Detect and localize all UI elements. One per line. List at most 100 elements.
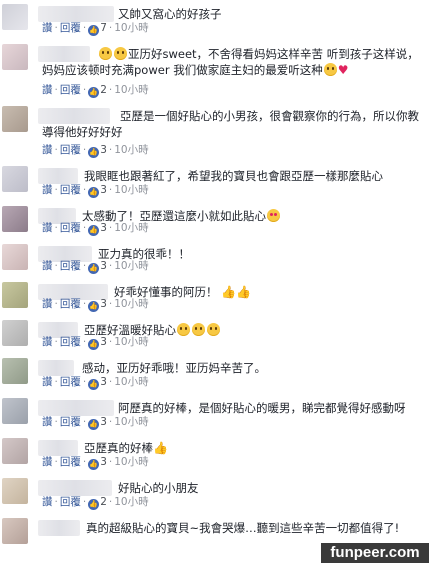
- comment-item: 又帥又窩心的好孩子 讚 · 回覆 · 👍 7 · 10小時: [0, 0, 435, 40]
- like-count[interactable]: 3: [100, 260, 107, 272]
- avatar[interactable]: [2, 4, 28, 30]
- comment-item: 真的超級貼心的寶貝~我會哭爆…聽到這些辛苦一切都值得了!: [0, 514, 435, 546]
- like-link[interactable]: 讚: [42, 84, 53, 96]
- like-count[interactable]: 3: [100, 184, 107, 196]
- like-count[interactable]: 3: [100, 456, 107, 468]
- commenter-name-blurred[interactable]: [38, 400, 114, 416]
- commenter-name-blurred[interactable]: [38, 360, 74, 376]
- reply-link[interactable]: 回覆: [60, 416, 81, 428]
- commenter-name-blurred[interactable]: [38, 520, 80, 536]
- comment-list: 又帥又窩心的好孩子 讚 · 回覆 · 👍 7 · 10小時 亚历好sweet，不舍得看妈妈这样…: [0, 0, 435, 546]
- like-link[interactable]: 讚: [42, 336, 53, 348]
- like-icon: 👍: [88, 263, 100, 274]
- avatar[interactable]: [2, 166, 28, 192]
- like-link[interactable]: 讚: [42, 222, 53, 234]
- comment-item: 亞歷是一個好貼心的小男孩，很會觀察你的行為，所以你教導得他好好好好 讚 · 回覆 · 👍…: [0, 102, 435, 162]
- comment-item: 好貼心的小朋友 讚 · 回覆 · 👍 2 · 10小時: [0, 474, 435, 514]
- like-icon: 👍: [88, 379, 100, 390]
- comment-actions: 讚 · 回覆 · 👍 3 · 10小時: [42, 416, 149, 430]
- like-icon: 👍: [88, 187, 100, 198]
- like-icon: 👍: [88, 87, 100, 98]
- like-link[interactable]: 讚: [42, 496, 53, 508]
- comment-item: 好乖好懂事的阿历！ 👍👍 讚 · 回覆 · 👍 3 · 10小時: [0, 278, 435, 316]
- like-count[interactable]: 7: [100, 22, 107, 34]
- commenter-name-blurred[interactable]: [38, 6, 114, 22]
- reply-link[interactable]: 回覆: [60, 184, 81, 196]
- like-link[interactable]: 讚: [42, 144, 53, 156]
- comment-item: 亚力真的很乖！！ 讚 · 回覆 · 👍 3 · 10小時: [0, 240, 435, 278]
- like-link[interactable]: 讚: [42, 456, 53, 468]
- timestamp[interactable]: 10小時: [114, 144, 148, 156]
- like-link[interactable]: 讚: [42, 376, 53, 388]
- timestamp[interactable]: 10小時: [114, 456, 148, 468]
- commenter-name-blurred[interactable]: [38, 168, 78, 184]
- timestamp[interactable]: 10小時: [114, 416, 148, 428]
- timestamp[interactable]: 10小時: [114, 22, 148, 34]
- timestamp[interactable]: 10小時: [114, 184, 148, 196]
- comment-actions: 讚 · 回覆 · 👍 7 · 10小時: [42, 22, 149, 36]
- avatar[interactable]: [2, 438, 28, 464]
- smiling-face-icon: [192, 323, 205, 336]
- comment-text: 亞歷真的好棒👍: [84, 441, 168, 455]
- like-count[interactable]: 3: [100, 416, 107, 428]
- commenter-name-blurred[interactable]: [38, 480, 112, 496]
- like-count[interactable]: 3: [100, 298, 107, 310]
- reply-link[interactable]: 回覆: [60, 84, 81, 96]
- reply-link[interactable]: 回覆: [60, 22, 81, 34]
- reply-link[interactable]: 回覆: [60, 456, 81, 468]
- like-count[interactable]: 3: [100, 144, 107, 156]
- timestamp[interactable]: 10小時: [114, 298, 148, 310]
- comment-text: 我眼眶也跟著紅了，希望我的寶貝也會跟亞歷一樣那麼貼心: [84, 169, 383, 183]
- like-link[interactable]: 讚: [42, 260, 53, 272]
- comment-item: 亞歷真的好棒👍 讚 · 回覆 · 👍 3 · 10小時: [0, 434, 435, 474]
- like-count[interactable]: 3: [100, 222, 107, 234]
- crying-face-icon: [99, 47, 112, 60]
- comment-text: 亞歷是一個好貼心的小男孩，很會觀察你的行為，所以你教導得他好好好好: [42, 109, 419, 139]
- timestamp[interactable]: 10小時: [114, 496, 148, 508]
- comment-actions: 讚 · 回覆 · 👍 3 · 10小時: [42, 336, 149, 350]
- reply-link[interactable]: 回覆: [60, 298, 81, 310]
- like-link[interactable]: 讚: [42, 298, 53, 310]
- thumbs-up-icon: 👍: [236, 285, 252, 299]
- reply-link[interactable]: 回覆: [60, 260, 81, 272]
- avatar[interactable]: [2, 358, 28, 384]
- avatar[interactable]: [2, 478, 28, 504]
- like-link[interactable]: 讚: [42, 22, 53, 34]
- comment-actions: 讚 · 回覆 · 👍 3 · 10小時: [42, 184, 149, 198]
- like-icon: 👍: [88, 225, 100, 236]
- reply-link[interactable]: 回覆: [60, 144, 81, 156]
- like-icon: 👍: [88, 419, 100, 430]
- reply-link[interactable]: 回覆: [60, 376, 81, 388]
- avatar[interactable]: [2, 106, 28, 132]
- like-count[interactable]: 3: [100, 376, 107, 388]
- comment-item: 感动，亚历好乖哦！亚历妈辛苦了。 讚 · 回覆 · 👍 3 · 10小時: [0, 354, 435, 394]
- timestamp[interactable]: 10小時: [114, 84, 148, 96]
- timestamp[interactable]: 10小時: [114, 260, 148, 272]
- avatar[interactable]: [2, 244, 28, 270]
- avatar[interactable]: [2, 518, 28, 544]
- commenter-name-blurred[interactable]: [38, 440, 78, 456]
- like-count[interactable]: 2: [100, 84, 107, 96]
- avatar[interactable]: [2, 44, 28, 70]
- avatar[interactable]: [2, 320, 28, 346]
- like-count[interactable]: 2: [100, 496, 107, 508]
- avatar[interactable]: [2, 206, 28, 232]
- like-icon: 👍: [88, 147, 100, 158]
- reply-link[interactable]: 回覆: [60, 222, 81, 234]
- comment-item: 太感動了！亞歷還這麼小就如此貼心 讚 · 回覆 · 👍 3 · 10小時: [0, 202, 435, 240]
- like-icon: 👍: [88, 301, 100, 312]
- avatar[interactable]: [2, 398, 28, 424]
- comment-text: 又帥又窩心的好孩子: [118, 7, 222, 21]
- smiling-face-icon: [207, 323, 220, 336]
- reply-link[interactable]: 回覆: [60, 336, 81, 348]
- timestamp[interactable]: 10小時: [114, 222, 148, 234]
- like-link[interactable]: 讚: [42, 416, 53, 428]
- timestamp[interactable]: 10小時: [114, 336, 148, 348]
- timestamp[interactable]: 10小時: [114, 376, 148, 388]
- avatar[interactable]: [2, 282, 28, 308]
- like-link[interactable]: 讚: [42, 184, 53, 196]
- comment-actions: 讚 · 回覆 · 👍 3 · 10小時: [42, 376, 149, 390]
- like-icon: 👍: [88, 339, 100, 350]
- reply-link[interactable]: 回覆: [60, 496, 81, 508]
- like-count[interactable]: 3: [100, 336, 107, 348]
